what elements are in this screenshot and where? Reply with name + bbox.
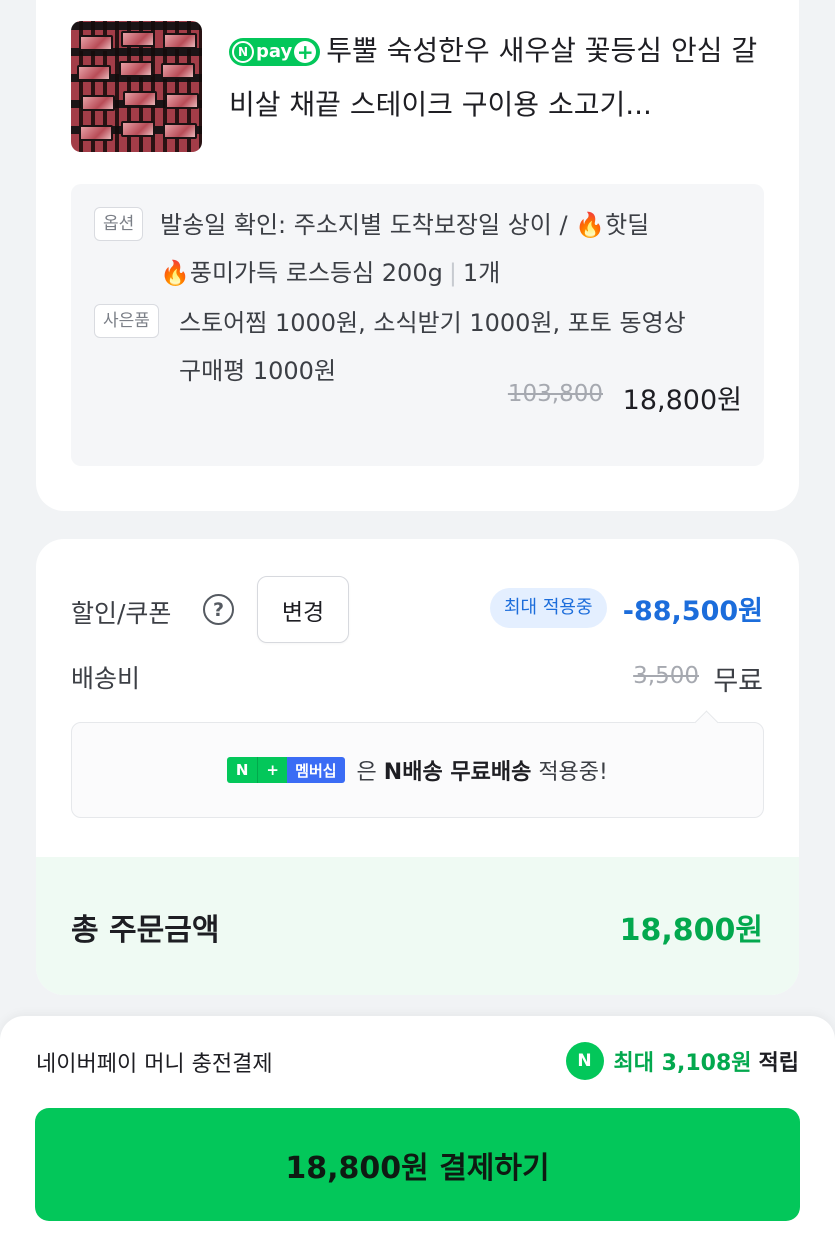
product-card: N pay + 투뿔 숙성한우 새우살 꽃등심 안심 갈비살 채끝 스테이크 구… bbox=[36, 0, 799, 511]
notice-post: 적용중! bbox=[538, 760, 608, 785]
gift-tag: 사은품 bbox=[94, 304, 159, 338]
membership-plus-icon: + bbox=[257, 757, 288, 783]
divider: | bbox=[448, 259, 457, 287]
meat-tray bbox=[79, 35, 113, 51]
meat-tray bbox=[119, 61, 153, 77]
total-amount: 18,800원 bbox=[619, 913, 763, 948]
product-thumbnail[interactable] bbox=[71, 21, 202, 152]
discount-amount: -88,500원 bbox=[622, 596, 763, 627]
reward-suffix: 적립 bbox=[758, 1051, 799, 1076]
naver-plus-membership-badge: N + 멤버십 bbox=[227, 757, 345, 783]
option-text-line1: 발송일 확인: 주소지별 도착보장일 상이 / 🔥핫딜 bbox=[160, 211, 650, 239]
option-box: 옵션 발송일 확인: 주소지별 도착보장일 상이 / 🔥핫딜 🔥풍미가득 로스등… bbox=[71, 184, 764, 466]
total-order-bar: 총 주문금액 18,800원 bbox=[36, 857, 799, 995]
shipping-label: 배송비 bbox=[71, 664, 141, 693]
option-tag: 옵션 bbox=[94, 207, 144, 241]
total-label: 총 주문금액 bbox=[71, 913, 220, 948]
meat-tray bbox=[81, 95, 115, 111]
meat-tray bbox=[165, 93, 199, 109]
plus-icon: + bbox=[294, 41, 317, 63]
order-summary-card: 할인/쿠폰 ? 변경 최대 적용중 -88,500원 배송비 3,500 무료 … bbox=[36, 539, 799, 995]
change-coupon-button[interactable]: 변경 bbox=[257, 576, 349, 643]
meat-tray bbox=[163, 123, 197, 139]
reward-amount: 최대 3,108원 bbox=[613, 1051, 752, 1076]
option-text: 발송일 확인: 주소지별 도착보장일 상이 / 🔥핫딜 🔥풍미가득 로스등심 2… bbox=[160, 201, 750, 297]
discount-coupon-label: 할인/쿠폰 bbox=[71, 599, 172, 628]
meat-tray bbox=[123, 91, 157, 107]
meat-tray bbox=[77, 65, 111, 81]
meat-tray bbox=[121, 121, 155, 137]
option-quantity: 1개 bbox=[462, 259, 501, 287]
reward-info: N 최대 3,108원 적립 bbox=[565, 1042, 799, 1080]
notice-pre: 은 bbox=[356, 760, 377, 785]
shipping-original-fee: 3,500 bbox=[633, 663, 699, 689]
membership-notice-text: 은 N배송 무료배송 적용중! bbox=[357, 754, 608, 786]
pay-button[interactable]: 18,800원 결제하기 bbox=[35, 1108, 800, 1221]
membership-label: 멤버십 bbox=[287, 757, 345, 783]
help-icon[interactable]: ? bbox=[203, 594, 234, 625]
npay-n-icon: N bbox=[232, 41, 254, 63]
notice-bold: N배송 무료배송 bbox=[383, 760, 532, 785]
option-text-line2: 🔥풍미가득 로스등심 200g bbox=[160, 259, 443, 287]
shipping-final-fee: 무료 bbox=[713, 666, 763, 697]
meat-tray bbox=[121, 31, 155, 47]
product-title-row[interactable]: N pay + 투뿔 숙성한우 새우살 꽃등심 안심 갈비살 채끝 스테이크 구… bbox=[229, 24, 769, 132]
payment-method[interactable]: 네이버페이 머니 충전결제 bbox=[36, 1046, 273, 1078]
npay-plus-badge: N pay + bbox=[229, 38, 321, 66]
meat-tray bbox=[161, 63, 195, 79]
meat-tray bbox=[163, 33, 197, 49]
payment-footer: 네이버페이 머니 충전결제 N 최대 3,108원 적립 18,800원 결제하… bbox=[0, 1016, 835, 1239]
naver-point-icon: N bbox=[565, 1042, 604, 1080]
max-applied-badge: 최대 적용중 bbox=[490, 588, 607, 628]
npay-badge-label: pay bbox=[256, 41, 293, 62]
final-price: 18,800원 bbox=[622, 385, 742, 416]
membership-notice: N + 멤버십 은 N배송 무료배송 적용중! bbox=[71, 722, 764, 818]
gift-text-line1: 스토어찜 1000원, 소식받기 1000원, 포토 동영상 bbox=[179, 309, 686, 337]
membership-n-icon: N bbox=[227, 757, 258, 783]
meat-tray bbox=[79, 125, 113, 141]
original-price: 103,800 bbox=[507, 381, 603, 407]
